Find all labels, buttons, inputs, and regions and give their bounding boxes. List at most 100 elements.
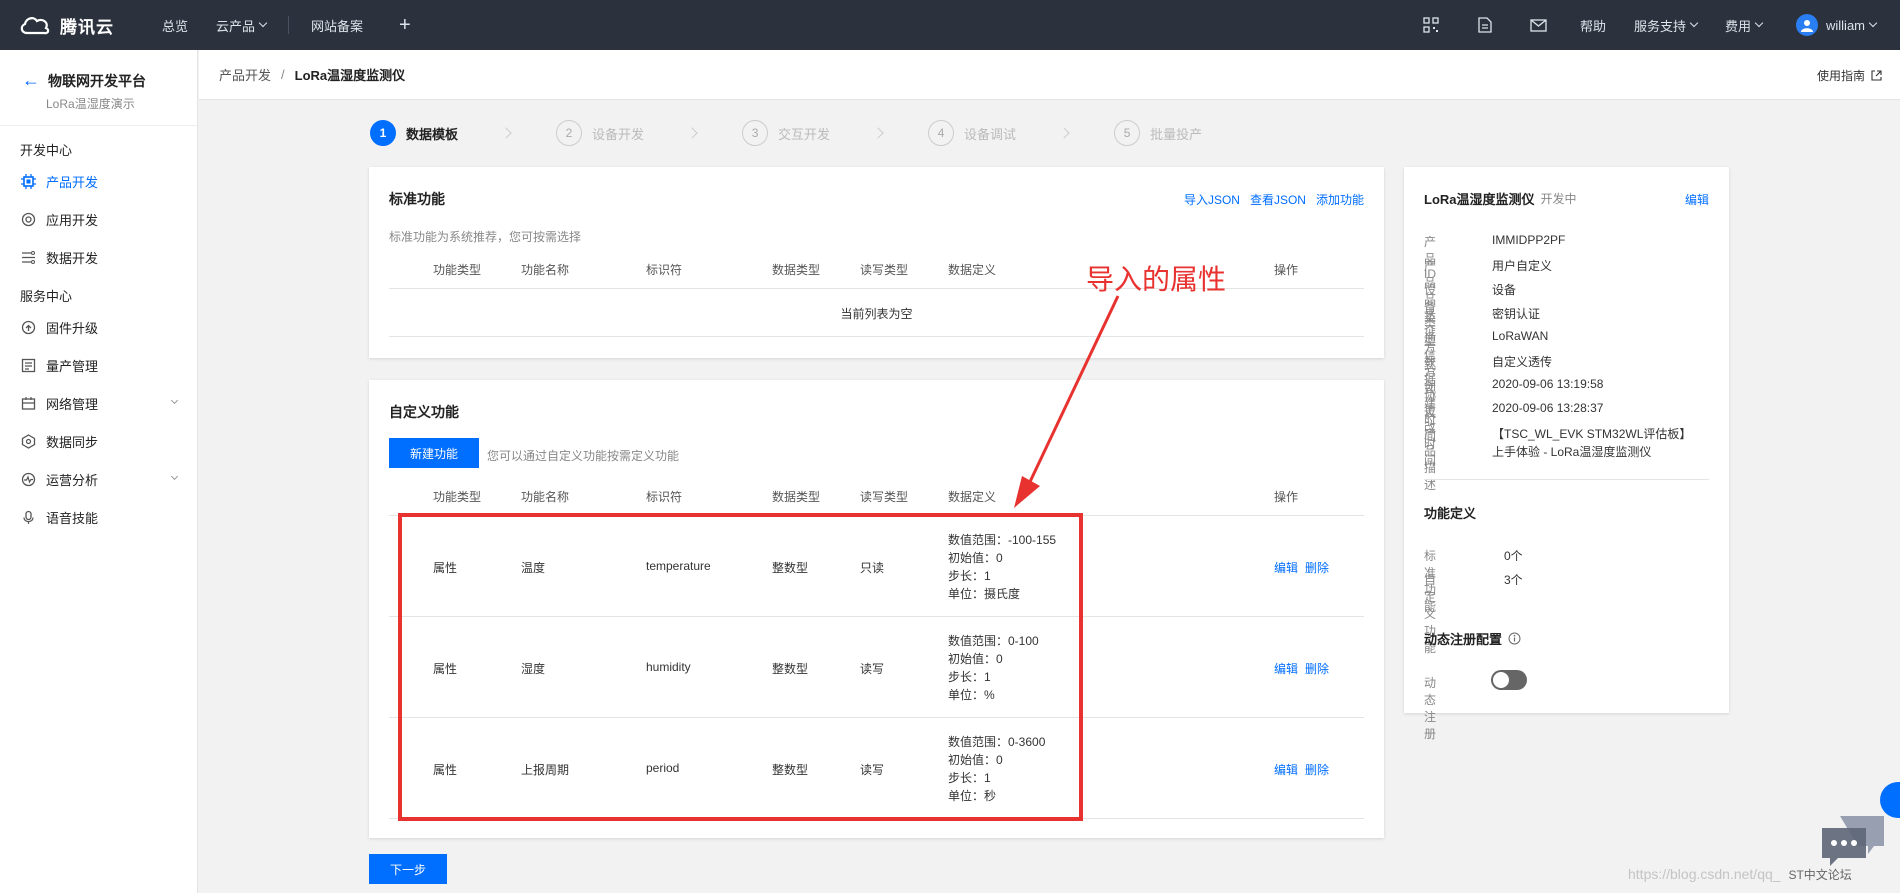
standard-functions-desc: 标准功能为系统推荐，您可按需选择	[389, 230, 582, 244]
mail-icon[interactable]	[1530, 16, 1548, 34]
delete-link[interactable]: 删除	[1305, 660, 1329, 677]
page-title: LoRa温湿度监测仪	[294, 68, 406, 83]
chevron-down-icon	[1754, 18, 1764, 28]
col-id: 标识符	[646, 490, 683, 504]
view-json-link[interactable]: 查看JSON	[1250, 191, 1306, 208]
back-arrow-icon[interactable]: ←	[22, 70, 40, 91]
sidebar: ← 物联网开发平台 LoRa温湿度演示 开发中心 产品开发 应用开发 数据开发 服…	[0, 50, 198, 893]
col-rw: 读写类型	[860, 263, 909, 277]
chat-widget[interactable]	[1818, 808, 1888, 868]
avatar	[1796, 14, 1818, 36]
col-rw: 读写类型	[860, 490, 909, 504]
col-type: 功能类型	[433, 263, 482, 277]
col-type: 功能类型	[433, 490, 482, 504]
col-def: 数据定义	[948, 263, 997, 277]
sidebar-item-firmware[interactable]: 固件升级	[0, 308, 197, 346]
chevron-down-icon	[1689, 18, 1699, 28]
brand-name: 腾讯云	[60, 17, 114, 37]
platform-subtitle: LoRa温湿度演示	[46, 97, 135, 111]
voice-icon	[20, 509, 36, 525]
panel-divider	[1424, 479, 1709, 480]
edit-link[interactable]: 编辑	[1274, 660, 1298, 677]
step-device-dev[interactable]: 2 设备开发	[556, 120, 644, 146]
function-definition-title: 功能定义	[1424, 506, 1477, 521]
help-link[interactable]: 帮助	[1580, 16, 1606, 35]
annotation-arrow-icon	[1014, 295, 1120, 508]
group-service-center: 服务中心	[20, 289, 73, 304]
custom-functions-title: 自定义功能	[389, 404, 459, 420]
usage-guide-link[interactable]: 使用指南	[1817, 67, 1882, 84]
dynamic-register-title: 动态注册配置	[1424, 632, 1503, 647]
breadcrumb-separator: /	[281, 67, 285, 82]
product-info-panel: LoRa温湿度监测仪 开发中 编辑 产品ID IMMIDPP2PF 产品品类 用户自…	[1404, 167, 1729, 741]
empty-list-text: 当前列表为空	[840, 307, 913, 321]
analytics-icon	[20, 471, 36, 487]
group-dev-center: 开发中心	[20, 143, 73, 158]
nav-overview[interactable]: 总览	[162, 16, 188, 35]
chevron-right-icon	[686, 127, 698, 139]
chevron-down-icon	[258, 18, 268, 28]
chevron-down-icon[interactable]	[170, 396, 179, 405]
brand-logo[interactable]: 腾讯云	[18, 13, 138, 38]
dynamic-register-toggle[interactable]	[1491, 670, 1527, 690]
sidebar-item-sync[interactable]: 数据同步	[0, 422, 197, 460]
data-flow-icon	[20, 249, 36, 265]
step-device-debug[interactable]: 4 设备调试	[928, 120, 1016, 146]
breadcrumb-parent[interactable]: 产品开发	[219, 65, 271, 84]
delete-link[interactable]: 删除	[1305, 761, 1329, 778]
col-op: 操作	[1274, 490, 1299, 504]
production-icon	[20, 357, 36, 373]
col-op: 操作	[1274, 263, 1299, 277]
app-icon	[20, 211, 36, 227]
sidebar-item-network[interactable]: 网络管理	[0, 384, 197, 422]
chevron-down-icon[interactable]	[170, 472, 179, 481]
product-status: 开发中	[1540, 192, 1577, 206]
nav-icp[interactable]: 网站备案	[311, 16, 363, 35]
step-data-template[interactable]: 1 数据模板	[370, 120, 458, 146]
standard-functions-title: 标准功能	[389, 191, 445, 207]
sidebar-item-product-dev[interactable]: 产品开发	[0, 162, 197, 200]
qrcode-icon[interactable]	[1422, 16, 1440, 34]
col-def: 数据定义	[948, 490, 997, 504]
delete-link[interactable]: 删除	[1305, 559, 1329, 576]
step-interaction-dev[interactable]: 3 交互开发	[742, 120, 830, 146]
breadcrumb: 产品开发 / LoRa温湿度监测仪 使用指南	[199, 50, 1900, 100]
document-icon[interactable]	[1476, 16, 1494, 34]
user-menu[interactable]: william	[1796, 14, 1878, 36]
billing-menu[interactable]: 费用	[1725, 16, 1764, 35]
nav-products[interactable]: 云产品	[216, 16, 268, 35]
sync-icon	[20, 433, 36, 449]
sidebar-item-voice[interactable]: 语音技能	[0, 498, 197, 536]
firmware-icon	[20, 319, 36, 335]
support-menu[interactable]: 服务支持	[1634, 16, 1699, 35]
cloud-logo-icon	[20, 17, 50, 35]
sidebar-item-production[interactable]: 量产管理	[0, 346, 197, 384]
chat-bubble-icon	[1822, 816, 1884, 866]
add-function-link[interactable]: 添加功能	[1316, 191, 1364, 208]
edit-link[interactable]: 编辑	[1274, 761, 1298, 778]
nav-divider	[288, 16, 290, 34]
add-shortcut-icon[interactable]: +	[399, 14, 411, 37]
highlight-box	[398, 513, 1083, 821]
sidebar-header: ← 物联网开发平台 LoRa温湿度演示	[0, 50, 197, 126]
step-mass-production[interactable]: 5 批量投产	[1114, 120, 1202, 146]
new-function-button[interactable]: 新建功能	[389, 438, 479, 468]
next-step-button[interactable]: 下一步	[369, 854, 447, 884]
step-indicator: 1 数据模板 2 设备开发 3 交互开发 4 设备调试 5 批量投产	[370, 119, 1202, 147]
col-id: 标识符	[646, 263, 683, 277]
sidebar-item-data-dev[interactable]: 数据开发	[0, 238, 197, 276]
edit-link[interactable]: 编辑	[1274, 559, 1298, 576]
col-name: 功能名称	[521, 263, 570, 277]
info-icon[interactable]	[1508, 632, 1521, 645]
chip-icon	[20, 173, 36, 189]
sidebar-item-app-dev[interactable]: 应用开发	[0, 200, 197, 238]
watermark: https://blog.csdn.net/qq_ ST中文论坛	[1628, 866, 1852, 882]
chevron-right-icon	[1058, 127, 1070, 139]
edit-product-link[interactable]: 编辑	[1685, 191, 1709, 208]
external-link-icon	[1871, 70, 1882, 81]
col-dtype: 数据类型	[772, 490, 821, 504]
sidebar-item-analytics[interactable]: 运营分析	[0, 460, 197, 498]
custom-functions-hint: 您可以通过自定义功能按需定义功能	[487, 449, 680, 463]
import-json-link[interactable]: 导入JSON	[1184, 191, 1240, 208]
product-name: LoRa温湿度监测仪	[1424, 192, 1535, 207]
